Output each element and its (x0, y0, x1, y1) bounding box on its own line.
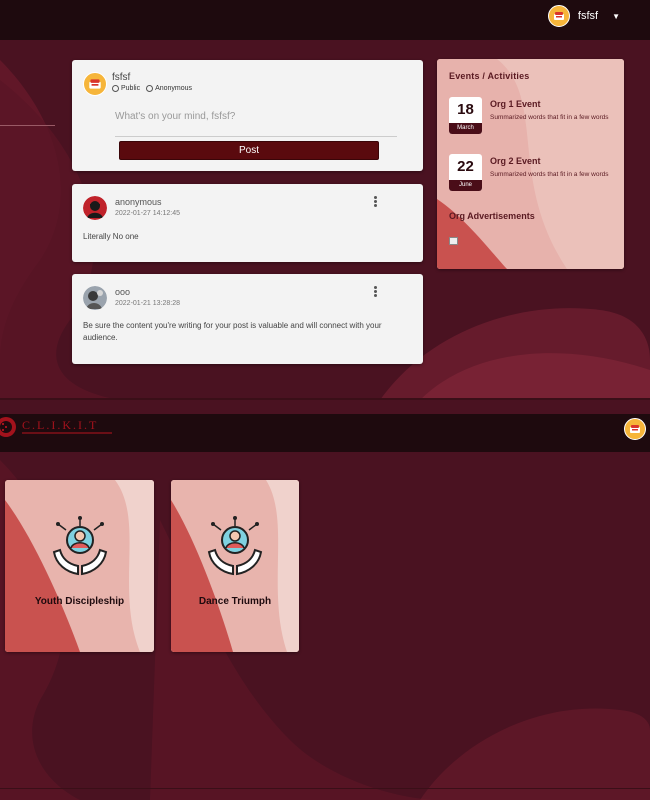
org-card[interactable]: Dance Triumph (171, 480, 299, 652)
avatar (83, 196, 107, 220)
broken-image-icon (449, 237, 458, 245)
post-composer: fsfsf Public Anonymous What's on your mi… (72, 60, 423, 171)
more-options-icon[interactable] (374, 195, 377, 208)
event-name: Org 2 Event (490, 156, 541, 166)
event-day: 22 (457, 158, 474, 175)
logo[interactable]: C.L.I.K.I.T (0, 416, 98, 438)
events-title: Events / Activities (449, 71, 530, 81)
event-description: Summarized words that fit in a few words (490, 114, 609, 121)
input-underline (115, 136, 397, 137)
org-ads-title: Org Advertisements (449, 211, 535, 221)
avatar[interactable] (547, 5, 570, 27)
post-input[interactable]: What's on your mind, fsfsf? (115, 111, 235, 122)
profile-photo-icon (83, 286, 107, 310)
post-body: Be sure the content you're writing for y… (83, 321, 382, 342)
user-avatar-icon (630, 425, 640, 433)
username-label: fsfsf (577, 10, 599, 22)
calendar-date-icon: 22 June (449, 154, 482, 191)
caret-down-icon[interactable]: ▼ (612, 12, 620, 21)
event-month: June (449, 180, 482, 191)
top-navbar: fsfsf ▼ (0, 0, 650, 40)
avatar (83, 286, 107, 310)
radio-icon (112, 85, 119, 92)
user-avatar-icon (89, 79, 101, 89)
anonymous-label: Anonymous (155, 85, 193, 92)
radio-icon (146, 85, 154, 92)
post-date: 2022-01-27 14:12:45 (115, 210, 180, 217)
event-item[interactable]: 18 March Org 1 Event Summarized words th… (449, 97, 619, 137)
post-button[interactable]: Post (119, 141, 379, 160)
logo-underline (22, 432, 112, 434)
event-month: March (449, 123, 482, 134)
org-card[interactable]: Youth Discipleship (5, 480, 154, 652)
post-card: anonymous 2022-01-27 14:12:45 Literally … (72, 184, 423, 262)
events-panel: Events / Activities 18 March Org 1 Event… (437, 59, 624, 269)
org-name: Dance Triumph (198, 596, 272, 607)
more-options-icon[interactable] (374, 285, 377, 298)
event-item[interactable]: 22 June Org 2 Event Summarized words tha… (449, 154, 619, 194)
post-author: ooo (115, 287, 131, 297)
section-divider (0, 398, 650, 400)
post-card: ooo 2022-01-21 13:28:28 Be sure the cont… (72, 274, 423, 364)
post-author: anonymous (115, 197, 162, 207)
anonymous-avatar-icon (83, 196, 107, 220)
divider (0, 788, 650, 789)
org-name: Youth Discipleship (34, 596, 125, 607)
public-radio[interactable]: Public (112, 85, 140, 92)
anonymous-radio[interactable]: Anonymous (146, 85, 192, 92)
post-date: 2022-01-21 13:28:28 (115, 300, 180, 307)
visibility-options: Public Anonymous (112, 85, 192, 92)
logo-icon (0, 417, 16, 437)
event-description: Summarized words that fit in a few words (490, 171, 609, 178)
logo-text: C.L.I.K.I.T (22, 418, 99, 432)
composer-username: fsfsf (112, 72, 131, 83)
public-label: Public (121, 85, 141, 92)
avatar[interactable] (624, 418, 646, 440)
community-care-icon (52, 516, 107, 576)
calendar-date-icon: 18 March (449, 97, 482, 134)
avatar (83, 72, 107, 96)
divider (0, 125, 55, 126)
user-avatar-icon (553, 12, 564, 20)
user-menu[interactable]: fsfsf ▼ (547, 5, 620, 27)
event-day: 18 (457, 101, 474, 118)
post-body: Literally No one (83, 232, 139, 241)
org-navbar: C.L.I.K.I.T (0, 414, 650, 452)
event-name: Org 1 Event (490, 99, 541, 109)
community-care-icon (207, 516, 263, 576)
